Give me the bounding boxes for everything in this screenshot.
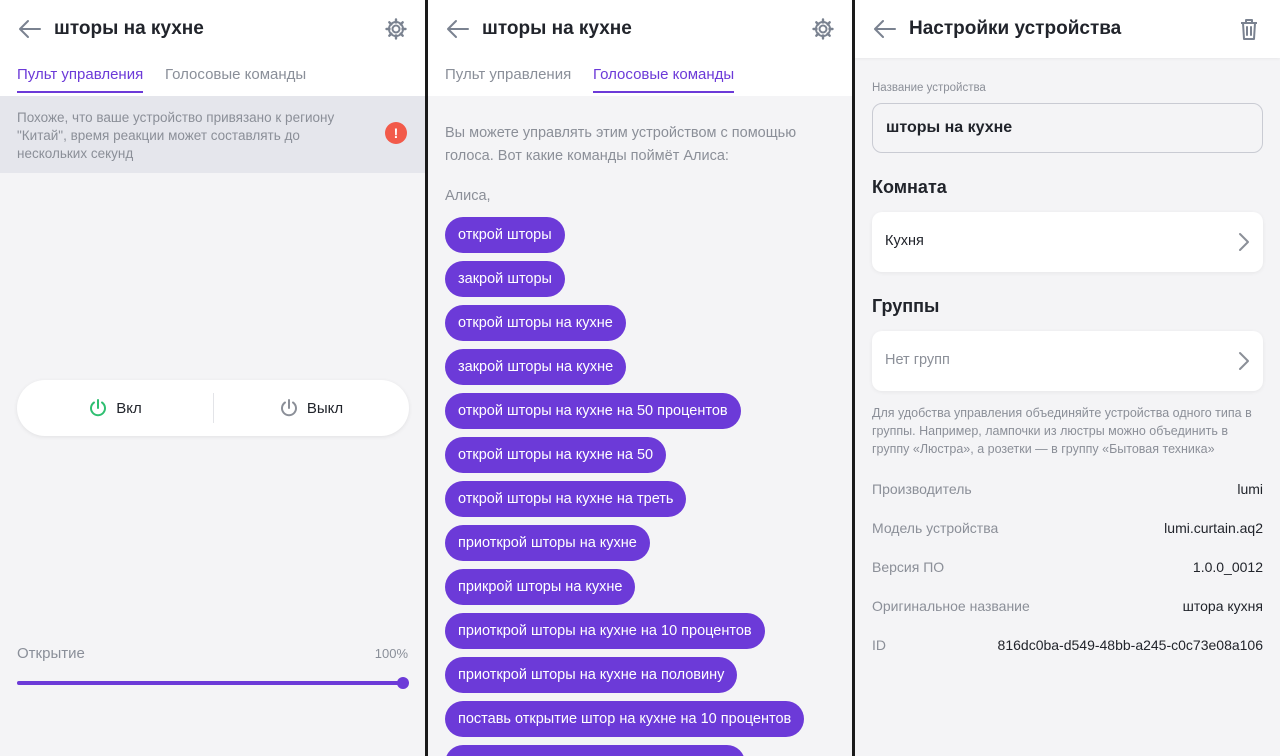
info-row-manufacturer: Производитель lumi [872, 481, 1263, 501]
room-section-title: Комната [872, 177, 947, 197]
tab-voice-commands[interactable]: Голосовые команды [165, 66, 306, 91]
command-chip[interactable]: открой шторы на кухне на 50 [445, 437, 667, 473]
power-off-icon [280, 399, 297, 417]
room-value: Кухня [885, 233, 924, 249]
alice-prefix: Алиса, [445, 188, 491, 204]
room-select[interactable]: Кухня [872, 212, 1263, 272]
command-chip[interactable]: приоткрой шторы на кухне на половину [445, 657, 738, 693]
remote-control-screen: шторы на кухне Пульт управления Голосовы… [0, 0, 425, 756]
alert-icon[interactable]: ! [385, 122, 407, 144]
info-value: 1.0.0_0012 [1192, 559, 1263, 575]
info-value: lumi.curtain.aq2 [1164, 520, 1263, 536]
info-key: Оригинальное название [872, 598, 1030, 614]
command-chip[interactable]: приоткрой шторы на кухне [445, 525, 650, 561]
info-key: Производитель [872, 481, 972, 497]
opening-slider-thumb[interactable] [397, 677, 409, 689]
trash-icon[interactable] [1238, 17, 1260, 41]
command-chip[interactable]: закрой шторы на кухне [445, 349, 627, 385]
info-row-firmware: Версия ПО 1.0.0_0012 [872, 559, 1263, 579]
info-row-model: Модель устройства lumi.curtain.aq2 [872, 520, 1263, 540]
device-name-input[interactable] [872, 103, 1263, 153]
voice-commands-screen: шторы на кухне Пульт управления Голосовы… [428, 0, 852, 756]
command-chip[interactable]: открой шторы [445, 217, 565, 253]
power-control: Вкл Выкл [17, 380, 409, 436]
back-arrow-icon[interactable] [446, 19, 470, 39]
gear-icon[interactable] [384, 17, 408, 41]
info-value: 816dc0ba-d549-48bb-a245-c0c73e08a106 [997, 637, 1263, 653]
chevron-right-icon [1239, 352, 1249, 370]
power-off-button[interactable]: Выкл [213, 380, 409, 436]
command-chip[interactable]: открой шторы на кухне на треть [445, 481, 687, 517]
command-list: открой шторы закрой шторы открой шторы н… [445, 217, 805, 756]
tab-remote-control[interactable]: Пульт управления [445, 66, 571, 91]
gear-icon[interactable] [811, 17, 835, 41]
region-notice-text: Похоже, что ваше устройство привязано к … [17, 110, 335, 161]
info-row-id: ID 816dc0ba-d549-48bb-a245-c0c73e08a106 [872, 637, 1263, 657]
chevron-right-icon [1239, 233, 1249, 251]
command-chip[interactable]: приоткрой шторы на кухне на 10 процентов [445, 613, 765, 649]
groups-value: Нет групп [885, 352, 950, 368]
power-off-label: Выкл [306, 399, 344, 417]
groups-section-title: Группы [872, 296, 940, 316]
opening-slider[interactable] [17, 677, 409, 689]
info-key: Версия ПО [872, 559, 945, 575]
power-on-button[interactable]: Вкл [17, 380, 213, 436]
command-chip[interactable]: открой шторы на кухне на 50 процентов [445, 393, 741, 429]
header: Настройки устройства [855, 0, 1280, 58]
info-value: штора кухня [1182, 598, 1263, 614]
tab-remote-control[interactable]: Пульт управления [17, 66, 144, 93]
device-settings-screen: Настройки устройства Название устройства… [855, 0, 1280, 756]
tab-bar: Пульт управления Голосовые команды [0, 58, 425, 96]
info-key: ID [872, 637, 886, 653]
tab-voice-commands[interactable]: Голосовые команды [593, 66, 735, 93]
info-value: lumi [1237, 481, 1263, 497]
region-notice: Похоже, что ваше устройство привязано к … [0, 96, 425, 173]
page-title: шторы на кухне [482, 18, 632, 39]
header: шторы на кухне [0, 0, 425, 58]
voice-intro-text: Вы можете управлять этим устройством с п… [445, 125, 797, 164]
command-chip-partial[interactable] [445, 745, 745, 756]
page-title: Настройки устройства [909, 18, 1122, 39]
command-chip[interactable]: открой шторы на кухне [445, 305, 626, 341]
info-key: Модель устройства [872, 520, 999, 536]
device-name-label: Название устройства [872, 82, 986, 94]
header: шторы на кухне [428, 0, 852, 58]
groups-hint: Для удобства управления объединяйте устр… [872, 406, 1252, 456]
opening-value: 100% [374, 646, 408, 661]
opening-label: Открытие [17, 645, 85, 662]
back-arrow-icon[interactable] [18, 19, 42, 39]
groups-select[interactable]: Нет групп [872, 331, 1263, 391]
opening-slider-fill [17, 681, 403, 685]
command-chip[interactable]: поставь открытие штор на кухне на 10 про… [445, 701, 805, 737]
info-row-original-name: Оригинальное название штора кухня [872, 598, 1263, 618]
power-on-icon [90, 399, 107, 417]
command-chip[interactable]: прикрой шторы на кухне [445, 569, 636, 605]
command-chip[interactable]: закрой шторы [445, 261, 565, 297]
screens: шторы на кухне Пульт управления Голосовы… [0, 0, 1280, 756]
tab-bar: Пульт управления Голосовые команды [428, 58, 852, 96]
page-title: шторы на кухне [54, 18, 204, 39]
power-on-label: Вкл [116, 399, 142, 417]
back-arrow-icon[interactable] [873, 19, 897, 39]
